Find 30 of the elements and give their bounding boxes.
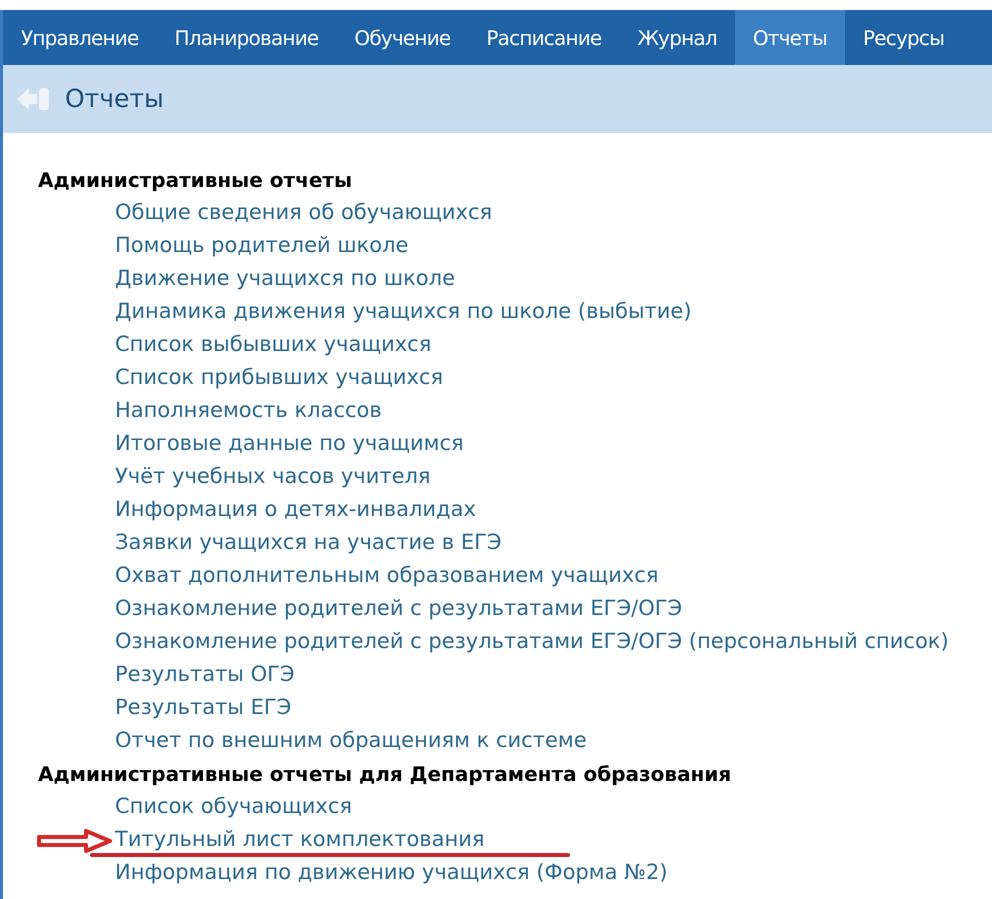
report-link[interactable]: Информация о детях-инвалидах	[115, 499, 476, 520]
report-link[interactable]: Охват дополнительным образованием учащихся	[115, 565, 658, 586]
report-link[interactable]: Динамика движения учащихся по школе (выбытие)	[115, 301, 692, 322]
report-link[interactable]: Помощь родителей школе	[115, 235, 408, 256]
nav-tab[interactable]: Отчеты	[734, 10, 845, 65]
report-link[interactable]: Движение учащихся по школе	[115, 268, 455, 289]
report-link[interactable]: Итоговые данные по учащимся	[115, 433, 464, 454]
report-link[interactable]: Ознакомление родителей с результатами ЕГЭ/ОГЭ (персональный список)	[115, 631, 949, 652]
page-title: Отчеты	[65, 83, 164, 116]
report-link[interactable]: Наполняемость классов	[115, 400, 382, 421]
report-link[interactable]: Отчет по внешним обращениям к системе	[115, 730, 587, 751]
report-link[interactable]: Заявки учащихся на участие в ЕГЭ	[115, 532, 502, 553]
section-heading: Административные отчеты	[38, 170, 352, 190]
report-link[interactable]: Общие сведения об обучающихся	[115, 202, 492, 223]
nav-tab[interactable]: Ресурсы	[844, 10, 962, 65]
report-link[interactable]: Учёт учебных часов учителя	[115, 466, 431, 487]
report-link[interactable]: Список обучающихся	[115, 796, 352, 817]
report-link[interactable]: Ознакомление родителей с результатами ЕГЭ/ОГЭ	[115, 598, 682, 619]
report-link[interactable]: Титульный лист комплектования	[115, 829, 485, 850]
nav-tab[interactable]: Обучение	[336, 10, 468, 65]
report-link[interactable]: Информация по движению учащихся (Форма №2)	[115, 862, 668, 883]
section-heading: Административные отчеты для Департамента образования	[38, 764, 732, 784]
nav-tab[interactable]: Планирование	[156, 10, 336, 65]
report-link[interactable]: Результаты ОГЭ	[115, 664, 295, 685]
report-link[interactable]: Список выбывших учащихся	[115, 334, 432, 355]
nav-tab[interactable]: Управление	[3, 10, 156, 65]
nav-tab[interactable]: Расписание	[468, 10, 620, 65]
nav-tab[interactable]: Журнал	[619, 10, 735, 65]
report-link[interactable]: Результаты ЕГЭ	[115, 697, 292, 718]
report-link[interactable]: Список прибывших учащихся	[115, 367, 444, 388]
